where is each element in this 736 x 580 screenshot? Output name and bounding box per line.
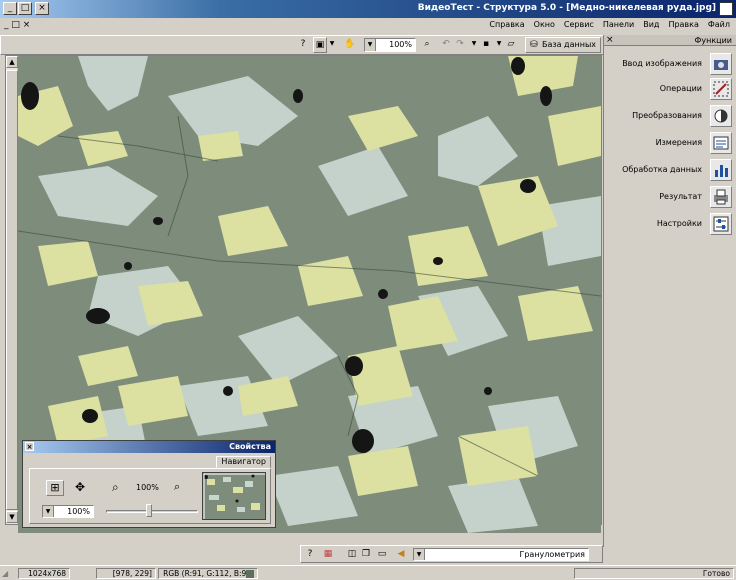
menu-service[interactable]: Сервис xyxy=(564,20,594,29)
layers-icon[interactable]: ◫ xyxy=(345,547,359,561)
select-icon xyxy=(710,78,732,100)
minimize-button[interactable]: _ xyxy=(3,2,17,15)
close-icon[interactable]: × xyxy=(606,35,614,45)
chart-icon xyxy=(710,159,732,181)
zoom-slider-thumb[interactable] xyxy=(146,504,152,517)
zoom-percent-label: 100% xyxy=(136,483,159,492)
vertical-scrollbar[interactable]: ▲ ▼ xyxy=(6,56,18,524)
function-label: Настройки xyxy=(656,219,702,228)
help-icon[interactable]: ? xyxy=(303,547,317,561)
properties-caption: × Свойства xyxy=(23,441,275,453)
function-image-input[interactable]: Ввод изображения xyxy=(606,52,732,76)
navigator-thumbnail[interactable] xyxy=(202,472,266,520)
play-icon[interactable]: ◀ xyxy=(395,547,407,561)
status-size: 1024x768 xyxy=(18,568,70,579)
function-measurements[interactable]: Измерения xyxy=(606,131,732,155)
resize-grip-icon[interactable]: ◢ xyxy=(2,569,8,578)
navigator-pane: ⊞ ✥ ⌕ 100% ⌕ ▼ 100% xyxy=(29,468,271,524)
save-icon[interactable]: ▪ xyxy=(479,37,493,53)
fit-icon[interactable]: ▣ xyxy=(313,37,327,53)
status-ready: Готово xyxy=(574,568,734,579)
functions-caption: × Функции xyxy=(604,35,736,46)
navigator-preview xyxy=(203,473,265,519)
settings-icon xyxy=(710,213,732,235)
undo-icon[interactable]: ↶ xyxy=(440,37,452,53)
move-icon[interactable]: ✥ xyxy=(72,480,88,496)
scroll-thumb[interactable] xyxy=(6,70,18,510)
grid-icon[interactable]: ▦ xyxy=(321,547,335,561)
measure-icon xyxy=(710,132,732,154)
status-bar: Готово RGB (R:91, G:112, B:95) [978, 229… xyxy=(0,565,736,580)
navigator-zoom-value: 100% xyxy=(67,507,90,516)
dropdown-arrow-icon[interactable]: ▼ xyxy=(328,37,336,53)
status-color: RGB (R:91, G:112, B:95) xyxy=(158,568,258,579)
menu-window[interactable]: Окно xyxy=(534,20,555,29)
window-title: ВидеоТест - Структура 5.0 - [Медно-никел… xyxy=(417,3,716,13)
scroll-up-arrow[interactable]: ▲ xyxy=(6,56,18,68)
function-operations[interactable]: Операции xyxy=(606,77,732,101)
page-icon[interactable]: ▭ xyxy=(375,547,389,561)
mode-value: Гранулометрия xyxy=(519,550,585,559)
menu-bar: Файл Правка Вид Панели Сервис Окно Справ… xyxy=(0,18,736,34)
function-data-processing[interactable]: Обработка данных xyxy=(606,158,732,182)
printer-icon xyxy=(710,186,732,208)
mode-combo[interactable]: ▼ Гранулометрия xyxy=(413,548,589,561)
function-label: Результат xyxy=(659,192,702,201)
dropdown-arrow-icon[interactable]: ▼ xyxy=(495,37,503,53)
fit-window-button[interactable]: ⊞ xyxy=(46,480,64,496)
function-settings[interactable]: Настройки xyxy=(606,212,732,236)
tab-navigator[interactable]: Навигатор xyxy=(216,456,271,468)
zoom-value: 100% xyxy=(389,40,412,49)
navigator-zoom-combo[interactable]: ▼ 100% xyxy=(42,505,94,518)
functions-panel: × Функции Ввод изображения Операции Прео… xyxy=(603,35,736,547)
function-label: Ввод изображения xyxy=(622,59,702,68)
zoom-icon[interactable]: ⌕ xyxy=(420,37,434,53)
close-icon[interactable]: × xyxy=(25,442,34,451)
redo-icon[interactable]: ↷ xyxy=(454,37,466,53)
menu-file[interactable]: Файл xyxy=(708,20,730,29)
functions-title: Функции xyxy=(694,36,732,45)
open-folder-icon[interactable]: ▱ xyxy=(504,37,518,53)
status-coords: [978, 229] xyxy=(96,568,156,579)
zoom-out-icon[interactable]: ⌕ xyxy=(174,480,188,494)
properties-title: Свойства xyxy=(229,442,271,451)
function-result[interactable]: Результат xyxy=(606,185,732,209)
database-label: База данных xyxy=(541,40,596,49)
function-label: Преобразования xyxy=(632,111,702,120)
dropdown-arrow-icon[interactable]: ▼ xyxy=(470,37,478,53)
zoom-slider-track[interactable] xyxy=(106,510,198,513)
database-icon: ⛁ xyxy=(530,40,538,50)
menu-panels[interactable]: Панели xyxy=(603,20,634,29)
app-icon xyxy=(719,2,733,16)
mdi-controls[interactable]: _ □ × xyxy=(4,20,30,30)
function-label: Измерения xyxy=(655,138,702,147)
properties-panel: × Свойства Навигатор ⊞ ✥ ⌕ 100% ⌕ ▼ 100% xyxy=(22,440,276,528)
function-label: Обработка данных xyxy=(622,165,702,174)
menu-edit[interactable]: Правка xyxy=(668,20,698,29)
zoom-in-icon[interactable]: ⌕ xyxy=(112,480,126,494)
hand-icon[interactable]: ✋ xyxy=(343,37,357,53)
camera-icon xyxy=(710,53,732,75)
help-icon[interactable]: ? xyxy=(296,37,310,53)
close-button[interactable]: × xyxy=(35,2,49,15)
title-bar: _ □ × ВидеоТест - Структура 5.0 - [Медно… xyxy=(0,0,736,18)
contrast-icon xyxy=(710,105,732,127)
function-transformations[interactable]: Преобразования xyxy=(606,104,732,128)
menu-view[interactable]: Вид xyxy=(643,20,659,29)
scroll-down-arrow[interactable]: ▼ xyxy=(6,511,18,523)
bottom-toolbar: ? ▦ ◫ ❐ ▭ ◀ ▼ Гранулометрия xyxy=(300,545,603,563)
function-label: Операции xyxy=(659,84,702,93)
maximize-button[interactable]: □ xyxy=(18,2,32,15)
database-button[interactable]: База данных ⛁ xyxy=(525,37,601,53)
menu-help[interactable]: Справка xyxy=(489,20,524,29)
zoom-combo[interactable]: ▼ 100% xyxy=(364,38,416,52)
copy-icon[interactable]: ❐ xyxy=(359,547,373,561)
color-swatch-icon xyxy=(246,570,254,578)
